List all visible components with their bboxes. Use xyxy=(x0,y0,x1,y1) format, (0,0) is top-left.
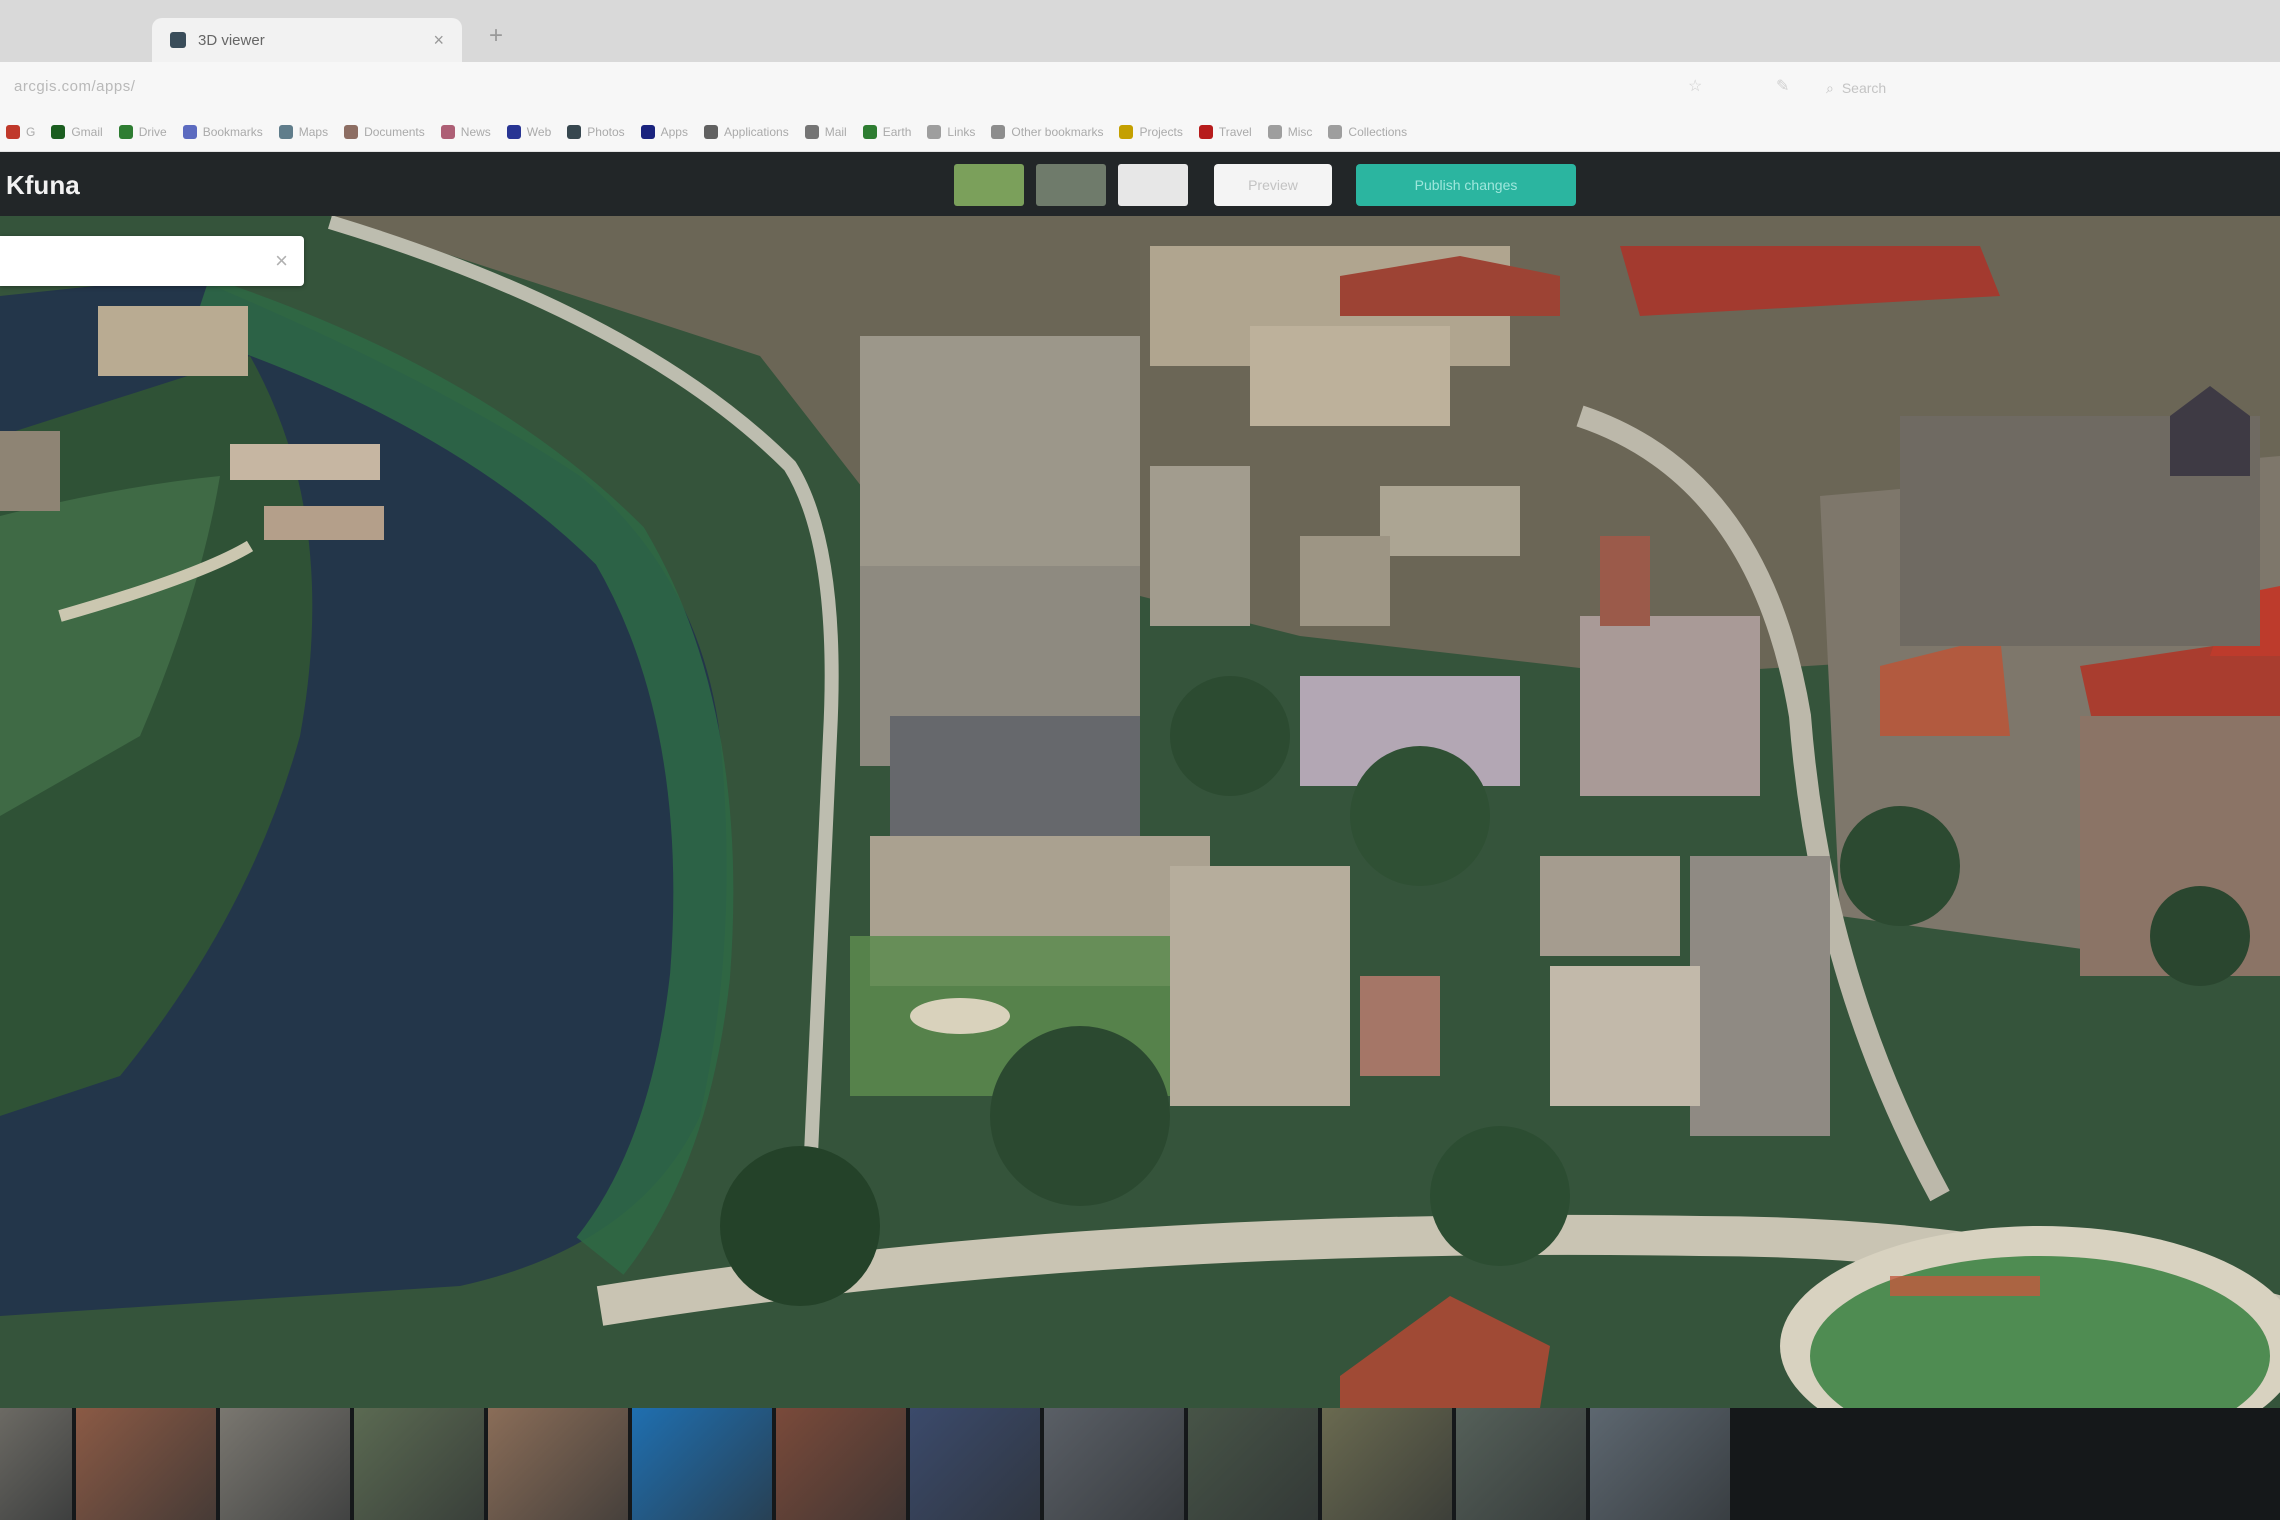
bookmark-item[interactable]: Collections xyxy=(1328,124,1408,139)
tab-favicon-icon xyxy=(170,32,186,48)
bookmark-favicon-icon xyxy=(118,124,133,139)
bookmark-favicon-icon xyxy=(1198,124,1213,139)
bookmark-item[interactable]: Travel xyxy=(1198,124,1252,139)
bookmark-item[interactable]: Photos xyxy=(567,124,625,139)
address-bar[interactable]: arcgis.com/apps/ xyxy=(14,78,135,95)
bookmark-item[interactable]: Earth xyxy=(862,124,912,139)
bookmark-label: Mail xyxy=(824,124,847,139)
bookmark-item[interactable]: Drive xyxy=(118,124,167,139)
filmstrip-thumb-1[interactable] xyxy=(0,1408,72,1520)
filmstrip-thumb-6[interactable] xyxy=(632,1408,772,1520)
bookmark-item[interactable]: Bookmarks xyxy=(182,124,263,139)
tab-close-icon[interactable]: × xyxy=(433,30,444,51)
app-header: Kfuna Preview Publish changes xyxy=(0,152,2280,216)
bookmark-favicon-icon xyxy=(640,124,655,139)
bookmark-favicon-icon xyxy=(6,124,20,139)
browser-tab-strip: 3D viewer × + xyxy=(0,0,2280,62)
bookmark-label: Gmail xyxy=(71,124,103,139)
filmstrip-thumb-3[interactable] xyxy=(220,1408,350,1520)
aerial-3d-scene[interactable] xyxy=(0,216,2280,1408)
bookmark-label: Bookmarks xyxy=(202,124,263,139)
bookmarks-bar: G Gmail Drive Bookmarks Maps Documents News Web… xyxy=(0,112,2280,152)
toolbar-search-label: Search xyxy=(1841,80,1887,96)
bookmark-label: Projects xyxy=(1139,124,1183,139)
pencil-icon[interactable]: ✎ xyxy=(1776,76,1789,96)
bookmark-favicon-icon xyxy=(182,124,197,139)
bookmark-item[interactable]: Applications xyxy=(703,124,789,139)
bookmark-favicon-icon xyxy=(862,124,877,139)
publish-button[interactable]: Publish changes xyxy=(1356,164,1576,206)
filmstrip-thumb-7[interactable] xyxy=(776,1408,906,1520)
building-south-tower xyxy=(1170,866,1350,1106)
layer-white-button[interactable] xyxy=(1118,164,1188,206)
bookmark-favicon-icon xyxy=(703,124,718,139)
toolbar-search[interactable]: ⌕ Search xyxy=(1826,76,1946,100)
filmstrip-thumb-8[interactable] xyxy=(910,1408,1040,1520)
map-viewport[interactable]: × xyxy=(0,216,2280,1408)
bookmark-label: Applications xyxy=(723,124,789,139)
bookmark-favicon-icon xyxy=(567,124,582,139)
bookmark-favicon-icon xyxy=(344,124,359,139)
new-tab-icon[interactable]: + xyxy=(482,22,510,50)
bookmark-item[interactable]: Web xyxy=(506,124,552,139)
bookmark-label: Misc xyxy=(1287,124,1313,139)
bookmark-favicon-icon xyxy=(506,124,521,139)
bookmark-item[interactable]: Maps xyxy=(278,124,329,139)
bookmark-item[interactable]: Other bookmarks xyxy=(991,124,1104,139)
bookmark-item[interactable]: Mail xyxy=(804,124,847,139)
bookmark-favicon-icon xyxy=(1328,124,1343,139)
bookmark-label: Links xyxy=(947,124,976,139)
close-icon[interactable]: × xyxy=(275,248,288,274)
bookmark-favicon-icon xyxy=(1119,124,1134,139)
bookmark-label: Collections xyxy=(1348,124,1408,139)
bookmark-label: Documents xyxy=(364,124,425,139)
bookmark-favicon-icon xyxy=(1267,124,1282,139)
bookmark-item[interactable]: Misc xyxy=(1267,124,1313,139)
photo-filmstrip xyxy=(0,1408,2280,1520)
bookmark-item[interactable]: Gmail xyxy=(51,124,103,139)
filmstrip-thumb-12[interactable] xyxy=(1456,1408,1586,1520)
browser-tab[interactable]: 3D viewer × xyxy=(152,18,462,62)
bookmark-label: Travel xyxy=(1218,124,1252,139)
bookmark-label: Maps xyxy=(298,124,329,139)
filmstrip-thumb-9[interactable] xyxy=(1044,1408,1184,1520)
bookmark-item[interactable]: Apps xyxy=(640,124,688,139)
star-icon[interactable]: ☆ xyxy=(1688,76,1702,96)
bookmark-favicon-icon xyxy=(804,124,819,139)
bookmark-item[interactable]: News xyxy=(440,124,491,139)
bookmark-favicon-icon xyxy=(440,124,455,139)
bookmark-favicon-icon xyxy=(991,124,1006,139)
filmstrip-thumb-11[interactable] xyxy=(1322,1408,1452,1520)
bookmark-item[interactable]: Links xyxy=(927,124,976,139)
bookmark-label: Photos xyxy=(587,124,625,139)
building-central-north xyxy=(860,336,1140,566)
filmstrip-thumb-5[interactable] xyxy=(488,1408,628,1520)
layer-gray-button[interactable] xyxy=(1036,164,1106,206)
bookmark-label: Other bookmarks xyxy=(1011,124,1104,139)
map-search-input[interactable]: × xyxy=(0,236,304,286)
bookmark-label: Apps xyxy=(660,124,688,139)
bookmark-item[interactable]: Projects xyxy=(1119,124,1183,139)
bookmark-label: G xyxy=(26,124,36,139)
bookmark-item[interactable]: Documents xyxy=(344,124,425,139)
filmstrip-thumb-2[interactable] xyxy=(76,1408,216,1520)
preview-button[interactable]: Preview xyxy=(1214,164,1332,206)
browser-toolbar: arcgis.com/apps/ ☆ ✎ ⌕ Search xyxy=(0,62,2280,112)
bookmark-label: Drive xyxy=(138,124,167,139)
bookmark-item[interactable]: G xyxy=(6,124,36,139)
filmstrip-thumb-4[interactable] xyxy=(354,1408,484,1520)
bookmark-favicon-icon xyxy=(278,124,293,139)
filmstrip-thumb-10[interactable] xyxy=(1188,1408,1318,1520)
bookmark-favicon-icon xyxy=(927,124,942,139)
tab-title: 3D viewer xyxy=(198,31,265,49)
bookmark-label: News xyxy=(460,124,491,139)
bookmark-favicon-icon xyxy=(51,124,66,139)
app-brand: Kfuna xyxy=(6,170,80,200)
layer-green-button[interactable] xyxy=(954,164,1024,206)
bookmark-label: Web xyxy=(526,124,552,139)
search-icon: ⌕ xyxy=(1826,79,1834,96)
filmstrip-thumb-13[interactable] xyxy=(1590,1408,1730,1520)
bookmark-label: Earth xyxy=(882,124,912,139)
